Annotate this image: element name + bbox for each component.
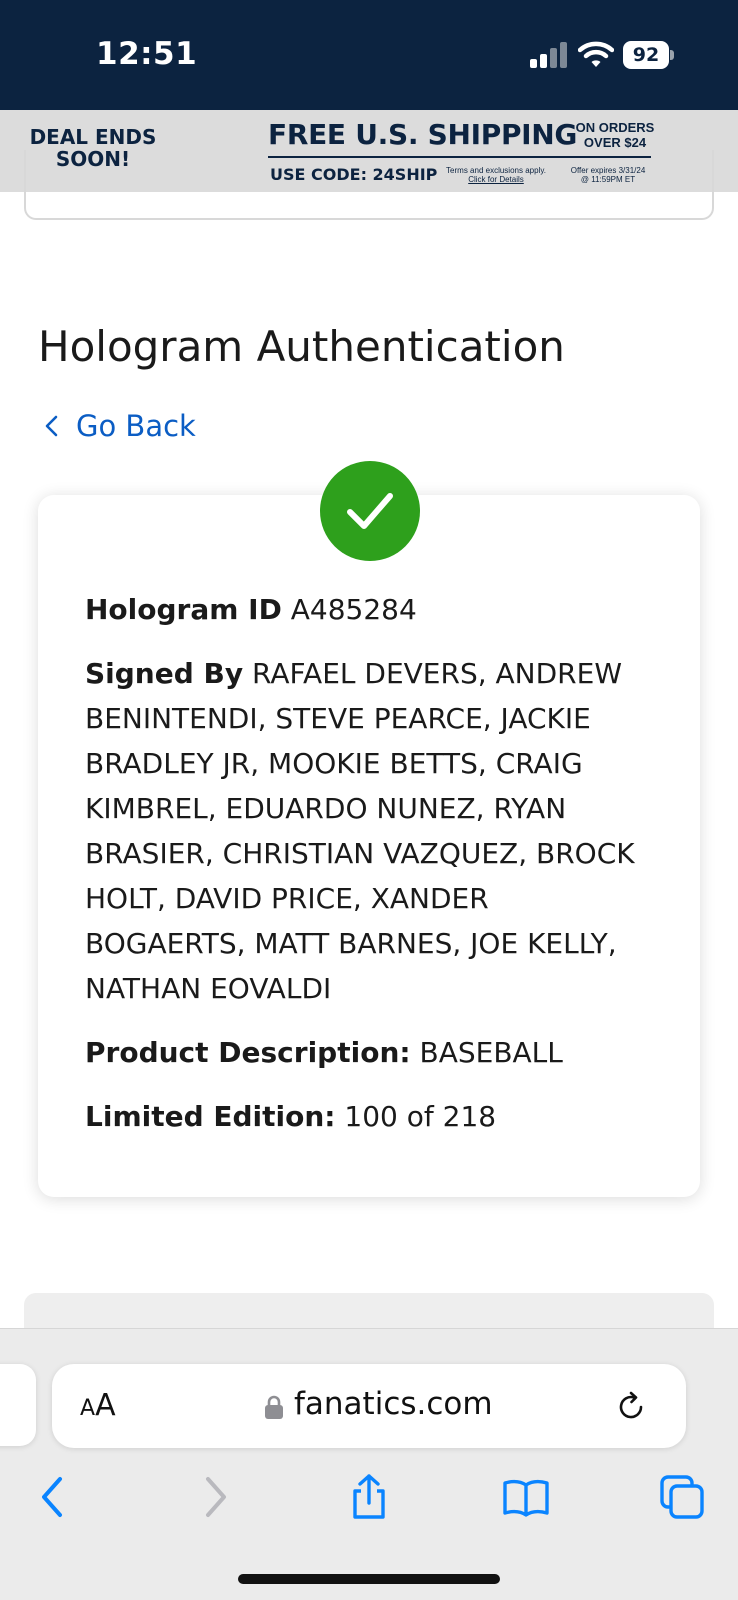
bookmarks-icon[interactable] — [502, 1473, 550, 1521]
authentication-card: Hologram ID A485284 Signed By RAFAEL DEV… — [38, 495, 700, 1197]
share-icon[interactable] — [345, 1473, 393, 1521]
signed-by-value: RAFAEL DEVERS, ANDREW BENINTENDI, STEVE … — [85, 657, 635, 1005]
status-time: 12:51 — [96, 36, 198, 72]
go-back-link[interactable]: Go Back — [42, 406, 196, 446]
page-title: Hologram Authentication — [38, 322, 565, 371]
signal-icon — [530, 42, 567, 68]
home-indicator[interactable] — [238, 1574, 500, 1584]
go-back-label: Go Back — [76, 409, 196, 443]
battery-icon: 92 — [623, 41, 674, 69]
promo-orders: ON ORDERS OVER $24 — [575, 120, 655, 150]
product-description-row: Product Description: BASEBALL — [85, 1036, 563, 1069]
verified-check-icon — [320, 461, 420, 561]
limited-edition-value: 100 of 218 — [344, 1100, 497, 1133]
hologram-id-row: Hologram ID A485284 — [85, 593, 417, 626]
product-description-value: BASEBALL — [419, 1036, 563, 1069]
lock-icon — [265, 1395, 283, 1419]
reload-icon[interactable] — [614, 1390, 648, 1424]
tabs-icon[interactable] — [658, 1473, 706, 1521]
url-text: fanatics.com — [294, 1386, 493, 1422]
back-icon[interactable] — [30, 1473, 78, 1521]
signed-by-row: Signed By RAFAEL DEVERS, ANDREW BENINTEN… — [85, 657, 635, 1005]
hologram-id-value: A485284 — [290, 593, 417, 626]
wifi-icon — [578, 41, 614, 67]
promo-headline: FREE U.S. SHIPPING — [268, 118, 578, 151]
previous-tab-preview[interactable] — [0, 1364, 36, 1446]
battery-level: 92 — [632, 44, 660, 66]
address-bar[interactable]: AA fanatics.com — [52, 1364, 686, 1448]
chevron-left-icon — [45, 415, 58, 437]
previous-card-edge — [24, 150, 714, 220]
text-size-button[interactable]: AA — [80, 1388, 116, 1423]
card-details: Hologram ID A485284 Signed By RAFAEL DEV… — [85, 587, 645, 1158]
limited-edition-row: Limited Edition: 100 of 218 — [85, 1100, 497, 1133]
browser-chrome: AA fanatics.com — [0, 1328, 738, 1600]
forward-icon[interactable] — [190, 1473, 238, 1521]
status-bar: 12:51 92 — [0, 0, 738, 110]
